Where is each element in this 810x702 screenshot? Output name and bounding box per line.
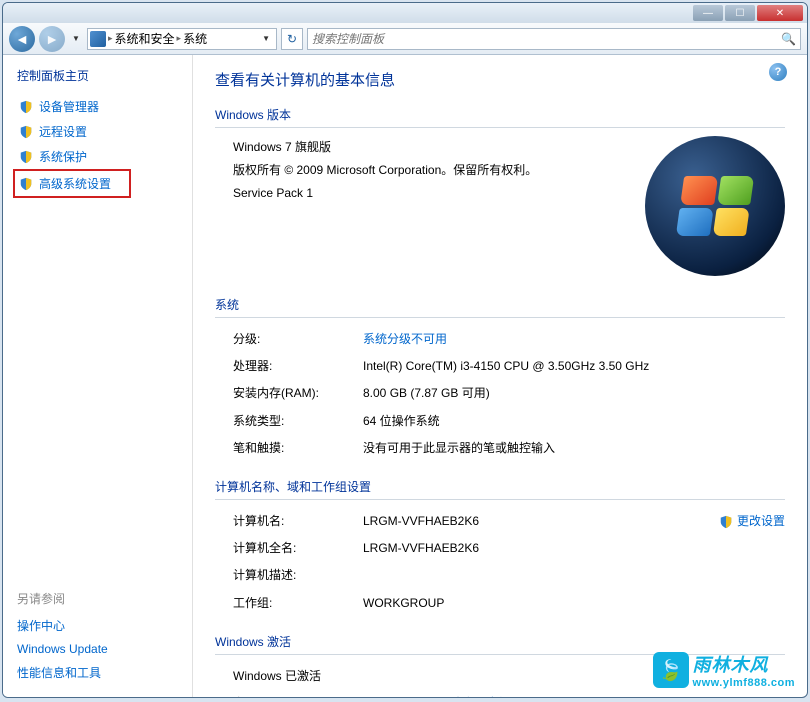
search-box[interactable]: 🔍: [307, 28, 801, 50]
minimize-button[interactable]: —: [693, 5, 723, 21]
shield-icon: [19, 150, 33, 164]
see-also-title: 另请参阅: [17, 590, 192, 607]
sidebar-title[interactable]: 控制面板主页: [17, 67, 192, 84]
section-system: 系统: [215, 296, 785, 318]
info-label: 笔和触摸:: [233, 439, 363, 458]
change-product-key-link[interactable]: 更改产品密钥: [438, 694, 785, 697]
info-label: 工作组:: [233, 594, 363, 613]
breadcrumb-dropdown-icon[interactable]: ▼: [258, 34, 274, 43]
info-label: 安装内存(RAM):: [233, 384, 363, 403]
help-icon[interactable]: ?: [769, 63, 787, 81]
workgroup-value: WORKGROUP: [363, 594, 785, 613]
refresh-button[interactable]: ↻: [281, 28, 303, 50]
shield-icon: [19, 100, 33, 114]
table-row: 安装内存(RAM):8.00 GB (7.87 GB 可用): [233, 380, 785, 407]
page-title: 查看有关计算机的基本信息: [215, 69, 785, 90]
info-label: 计算机全名:: [233, 539, 363, 558]
nav-back-button[interactable]: ◄: [9, 26, 35, 52]
activation-status: Windows 已激活: [233, 667, 321, 686]
computer-info-table: 计算机名: LRGM-VVFHAEB2K6 更改设置 计算机全名:LRGM-VV…: [215, 508, 785, 617]
product-id: 产品 ID: 00426-292-0000007-85525: [233, 694, 424, 697]
info-label: 分级:: [233, 330, 363, 349]
see-also-windows-update[interactable]: Windows Update: [17, 638, 192, 660]
section-windows-edition: Windows 版本: [215, 106, 785, 128]
service-pack: Service Pack 1: [233, 182, 625, 205]
description-value: [363, 566, 785, 585]
rating-link[interactable]: 系统分级不可用: [363, 330, 785, 349]
table-row: 计算机描述:: [233, 562, 785, 589]
breadcrumb-item[interactable]: 系统和安全: [115, 30, 175, 47]
sidebar-item-advanced[interactable]: 高级系统设置: [13, 169, 131, 198]
table-row: 计算机名: LRGM-VVFHAEB2K6 更改设置: [233, 508, 785, 535]
system-info-table: 分级:系统分级不可用 处理器:Intel(R) Core(TM) i3-4150…: [215, 326, 785, 462]
computer-name-value: LRGM-VVFHAEB2K6: [363, 512, 719, 531]
breadcrumb-sep-icon: ▸: [177, 33, 182, 44]
section-computer-name: 计算机名称、域和工作组设置: [215, 478, 785, 500]
info-label: 系统类型:: [233, 412, 363, 431]
window-body: 控制面板主页 设备管理器 远程设置 系统保护 高级系统设置 另请参阅 操作中心 …: [3, 55, 807, 697]
sidebar-item-label: 高级系统设置: [39, 175, 111, 192]
system-type-value: 64 位操作系统: [363, 412, 785, 431]
shield-icon: [19, 125, 33, 139]
section-activation: Windows 激活: [215, 633, 785, 655]
toolbar: ◄ ► ▼ ▸ 系统和安全 ▸ 系统 ▼ ↻ 🔍: [3, 23, 807, 55]
windows-logo-icon: [645, 136, 785, 276]
titlebar: — ☐ ✕: [3, 3, 807, 23]
see-also-performance[interactable]: 性能信息和工具: [17, 660, 192, 685]
search-input[interactable]: [312, 32, 781, 46]
maximize-button[interactable]: ☐: [725, 5, 755, 21]
nav-history-dropdown[interactable]: ▼: [69, 32, 83, 46]
sidebar: 控制面板主页 设备管理器 远程设置 系统保护 高级系统设置 另请参阅 操作中心 …: [3, 55, 193, 697]
control-panel-icon: [90, 31, 106, 47]
processor-value: Intel(R) Core(TM) i3-4150 CPU @ 3.50GHz …: [363, 357, 785, 376]
window: — ☐ ✕ ◄ ► ▼ ▸ 系统和安全 ▸ 系统 ▼ ↻ 🔍 控制面板主页 设备…: [2, 2, 808, 698]
see-also-action-center[interactable]: 操作中心: [17, 613, 192, 638]
copyright-text: 版权所有 © 2009 Microsoft Corporation。保留所有权利…: [233, 159, 625, 182]
search-icon: 🔍: [781, 32, 796, 46]
info-label: 处理器:: [233, 357, 363, 376]
full-name-value: LRGM-VVFHAEB2K6: [363, 539, 785, 558]
table-row: Windows 已激活: [233, 663, 785, 690]
table-row: 分级:系统分级不可用: [233, 326, 785, 353]
sidebar-item-device-manager[interactable]: 设备管理器: [17, 94, 192, 119]
close-button[interactable]: ✕: [757, 5, 803, 21]
sidebar-item-label: 远程设置: [39, 123, 87, 140]
table-row: 工作组:WORKGROUP: [233, 590, 785, 617]
breadcrumb-sep-icon: ▸: [108, 33, 113, 44]
nav-forward-button[interactable]: ►: [39, 26, 65, 52]
sidebar-item-remote[interactable]: 远程设置: [17, 119, 192, 144]
breadcrumb[interactable]: ▸ 系统和安全 ▸ 系统 ▼: [87, 28, 277, 50]
pen-touch-value: 没有可用于此显示器的笔或触控输入: [363, 439, 785, 458]
ram-value: 8.00 GB (7.87 GB 可用): [363, 384, 785, 403]
change-settings-link[interactable]: 更改设置: [719, 512, 785, 531]
info-label: 计算机名:: [233, 512, 363, 531]
edition-name: Windows 7 旗舰版: [233, 136, 625, 159]
table-row: 笔和触摸:没有可用于此显示器的笔或触控输入: [233, 435, 785, 462]
activation-table: Windows 已激活 产品 ID: 00426-292-0000007-855…: [215, 663, 785, 697]
table-row: 处理器:Intel(R) Core(TM) i3-4150 CPU @ 3.50…: [233, 353, 785, 380]
windows-edition-text: Windows 7 旗舰版 版权所有 © 2009 Microsoft Corp…: [215, 136, 625, 276]
sidebar-item-label: 设备管理器: [39, 98, 99, 115]
table-row: 系统类型:64 位操作系统: [233, 408, 785, 435]
breadcrumb-item[interactable]: 系统: [183, 30, 207, 47]
info-label: 计算机描述:: [233, 566, 363, 585]
sidebar-item-protection[interactable]: 系统保护: [17, 144, 192, 169]
windows-edition-block: Windows 7 旗舰版 版权所有 © 2009 Microsoft Corp…: [215, 136, 785, 276]
table-row: 计算机全名:LRGM-VVFHAEB2K6: [233, 535, 785, 562]
table-row: 产品 ID: 00426-292-0000007-85525 更改产品密钥: [233, 690, 785, 697]
shield-icon: [719, 515, 733, 529]
main-content: ? 查看有关计算机的基本信息 Windows 版本 Windows 7 旗舰版 …: [193, 55, 807, 697]
sidebar-item-label: 系统保护: [39, 148, 87, 165]
shield-icon: [19, 177, 33, 191]
